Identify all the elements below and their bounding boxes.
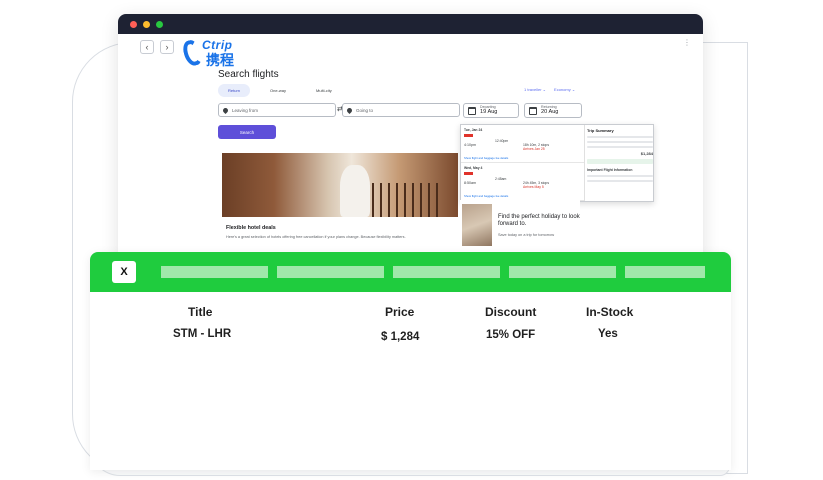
browser-window: ‹ › ⋮ Ctrip 携程 Search flights Return One… [118, 14, 703, 274]
column-placeholder-bar [625, 266, 705, 278]
column-header-discount: Discount [485, 305, 537, 319]
flight-duration: 18h 10m, 2 stops Arrives Jan 25 [523, 143, 549, 151]
cabin-select[interactable]: Economy ⌄ [554, 87, 575, 92]
flight-row[interactable]: Wed, May 4 8:50am 2:45am 24h 45m, 3 stop… [461, 163, 584, 201]
calendar-icon [529, 107, 537, 115]
trip-type-tabs: Return One-way Multi-city [218, 84, 342, 97]
leaving-from-placeholder: Leaving from [232, 107, 259, 113]
ctrip-logo[interactable]: Ctrip 携程 [180, 38, 256, 68]
browser-nav: ‹ › [140, 40, 174, 54]
summary-line [587, 136, 653, 138]
panel-header: X [90, 252, 731, 292]
hotel-image-figure [340, 165, 370, 217]
trip-summary: Trip Summary $1,284 Important Flight Inf… [587, 128, 653, 182]
flight-date: Tue, Jan 24 [464, 128, 483, 132]
hotel-image [222, 153, 458, 217]
minimize-window-dot-icon[interactable] [143, 20, 150, 28]
flight-row[interactable]: Tue, Jan 24 4:10pm 12:40pm 18h 10m, 2 st… [461, 125, 584, 163]
promo-title: Find the perfect holiday to look forward… [498, 214, 580, 227]
summary-line [587, 180, 653, 182]
trip-options: 1 traveller ⌄ Economy ⌄ [524, 87, 575, 92]
flight-depart-time: 8:50am [464, 181, 476, 185]
holiday-promo-card[interactable]: Find the perfect holiday to look forward… [460, 200, 580, 250]
cell-discount: 15% OFF [486, 329, 536, 341]
location-pin-icon [221, 106, 230, 114]
summary-line [587, 146, 653, 148]
flight-duration: 24h 45m, 3 stops Arrives May 5 [523, 181, 549, 189]
column-header-in-stock: In-Stock [586, 305, 634, 319]
column-placeholder-bar [161, 266, 268, 278]
hotel-image-railing [372, 183, 444, 217]
close-window-dot-icon[interactable] [130, 20, 137, 28]
column-placeholder-bar [393, 266, 500, 278]
summary-line [587, 175, 653, 177]
back-button[interactable]: ‹ [140, 40, 154, 54]
flight-arrive-time: 2:45am [495, 177, 507, 181]
airline-logo-icon [464, 134, 473, 137]
cell-title: STM - LHR [173, 328, 232, 340]
flight-list: Tue, Jan 24 4:10pm 12:40pm 18h 10m, 2 st… [461, 125, 585, 201]
traveller-select[interactable]: 1 traveller ⌄ [524, 87, 546, 92]
flight-arrive-time: 12:40pm [495, 139, 509, 143]
search-button[interactable]: Search [218, 125, 276, 139]
location-pin-icon [345, 106, 354, 114]
departing-value: 19 Aug [480, 109, 498, 115]
flight-details-link[interactable]: Show flight and baggage fee details [464, 194, 508, 198]
page-title: Search flights [218, 69, 279, 80]
more-menu-icon[interactable]: ⋮ [683, 39, 691, 47]
trip-summary-price: $1,284 [640, 151, 653, 156]
dolphin-logo-icon [180, 38, 204, 68]
leaving-from-input[interactable]: Leaving from [218, 103, 336, 117]
tab-multi-city[interactable]: Multi-city [306, 84, 342, 97]
tab-one-way[interactable]: One-way [260, 84, 296, 97]
column-placeholder-bar [277, 266, 384, 278]
column-placeholder-bar [509, 266, 616, 278]
trip-summary-title: Trip Summary [587, 128, 614, 133]
summary-line [587, 141, 653, 143]
returning-date-field[interactable]: Returning 20 Aug [524, 103, 582, 118]
close-button[interactable]: X [112, 261, 136, 283]
forward-button[interactable]: › [160, 40, 174, 54]
promo-subtitle: Save today on a trip for tomorrow [498, 233, 555, 237]
flight-date: Wed, May 4 [464, 166, 483, 170]
flight-details-popup: Tue, Jan 24 4:10pm 12:40pm 18h 10m, 2 st… [460, 124, 654, 202]
flight-depart-time: 4:10pm [464, 143, 476, 147]
browser-titlebar [118, 14, 703, 34]
flight-info-title: Important Flight Information [587, 168, 633, 172]
maximize-window-dot-icon[interactable] [156, 20, 163, 28]
going-to-placeholder: Going to [356, 107, 374, 113]
promo-image [462, 204, 492, 246]
flight-details-link[interactable]: Show flight and baggage fee details [464, 156, 508, 160]
returning-value: 20 Aug [541, 109, 559, 115]
cell-in-stock: Yes [598, 328, 618, 340]
summary-highlight [587, 159, 653, 164]
hotel-deal-title: Flexible hotel deals [226, 225, 276, 231]
cell-price: $ 1,284 [381, 331, 420, 343]
hotel-deal-description: Here's a great selection of hotels offer… [226, 235, 406, 239]
flight-arrival-note: Arrives Jan 25 [523, 147, 545, 151]
flight-arrival-note: Arrives May 5 [523, 185, 544, 189]
column-header-title: Title [188, 305, 213, 319]
logo-text-cn: 携程 [206, 52, 234, 68]
tab-return[interactable]: Return [218, 84, 251, 97]
going-to-input[interactable]: Going to [342, 103, 460, 117]
departing-date-field[interactable]: Departing 19 Aug [463, 103, 519, 118]
column-header-price: Price [385, 305, 415, 319]
calendar-icon [468, 107, 476, 115]
scraped-data-panel: X Title Price Discount In-Stock STM - LH… [90, 252, 731, 470]
airline-logo-icon [464, 172, 473, 175]
